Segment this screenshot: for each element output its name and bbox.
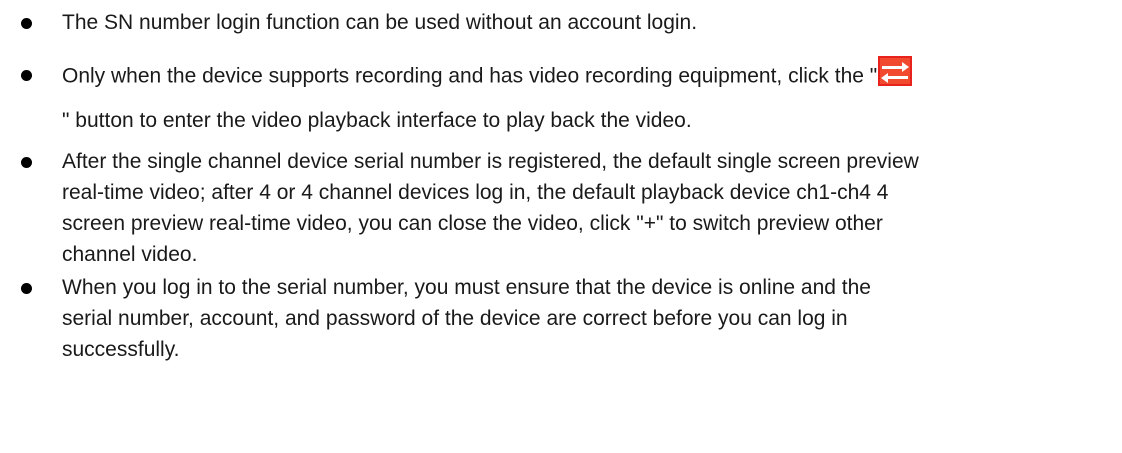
list-item-line: Only when the device supports recording … [62, 56, 913, 92]
list-item-text: " button to enter the video playback int… [62, 109, 692, 132]
list-item-text: The SN number login function can be used… [62, 11, 698, 34]
list-item-text: Only when the device supports recording … [62, 64, 878, 88]
bullet-dot [21, 157, 32, 168]
list-item-text: channel video. [62, 243, 198, 266]
bullet-dot [21, 18, 32, 29]
list-item-text: screen preview real-time video, you can … [62, 212, 883, 235]
bullet-dot [21, 70, 32, 81]
bullet-list: The SN number login function can be used… [0, 0, 1122, 453]
list-item-text: After the single channel device serial n… [62, 150, 919, 173]
playback-switch-icon [878, 56, 913, 86]
list-item-text: real-time video; after 4 or 4 channel de… [62, 181, 889, 204]
list-item-text: serial number, account, and password of … [62, 307, 848, 330]
list-item-text: successfully. [62, 338, 180, 361]
bullet-dot [21, 283, 32, 294]
list-item-text: When you log in to the serial number, yo… [62, 276, 871, 299]
